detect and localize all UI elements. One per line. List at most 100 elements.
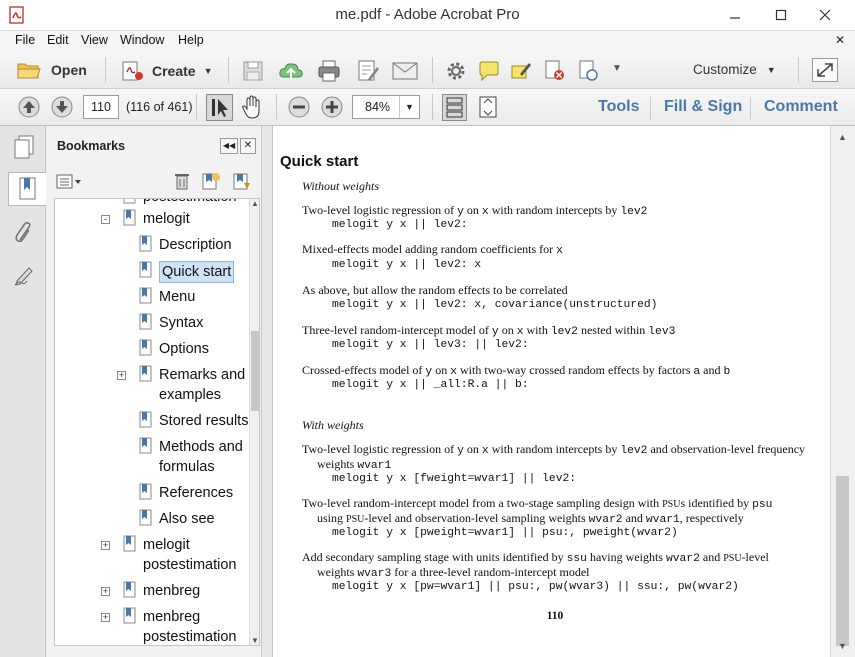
gear-icon[interactable] <box>445 60 467 82</box>
next-page-icon[interactable] <box>50 95 74 119</box>
entry-code: melogit y x || lev2: x, covariance(unstr… <box>332 299 658 311</box>
save-icon[interactable] <box>242 60 264 82</box>
fill-sign-panel-button[interactable]: Fill & Sign <box>664 98 742 116</box>
close-document-icon[interactable]: ✕ <box>835 33 845 47</box>
highlight-icon[interactable] <box>510 60 532 82</box>
email-icon[interactable] <box>392 61 418 81</box>
bookmark-item[interactable]: postestimation <box>123 199 237 207</box>
expand-icon[interactable]: + <box>101 613 110 622</box>
expand-bookmark-icon[interactable] <box>232 171 252 191</box>
cloud-upload-icon[interactable] <box>278 59 304 83</box>
bookmark-item[interactable]: References <box>139 483 251 503</box>
fit-page-icon[interactable] <box>476 95 500 119</box>
chevron-down-icon: ▼ <box>203 66 213 76</box>
attach-icon[interactable] <box>577 60 599 82</box>
minimize-button[interactable] <box>718 0 752 29</box>
zoom-value: 84% <box>365 100 391 114</box>
bookmark-item[interactable]: menbreg <box>123 581 223 601</box>
more-tools-icon[interactable]: ▼ <box>612 63 622 74</box>
collapse-panel-button[interactable]: ◀◀ <box>220 138 238 154</box>
chevron-down-icon[interactable]: ▼ <box>399 96 419 118</box>
scroll-down-icon[interactable]: ▼ <box>838 641 847 651</box>
zoom-in-icon[interactable] <box>320 95 344 119</box>
bookmark-icon <box>123 209 136 226</box>
scroll-down-icon[interactable]: ▼ <box>251 636 259 645</box>
bookmark-item[interactable]: Methods and formulas <box>139 437 251 477</box>
comment-bubble-icon[interactable] <box>478 60 500 82</box>
bookmarks-pane-button[interactable] <box>8 172 46 206</box>
expand-icon[interactable]: + <box>101 587 110 596</box>
page-display-button[interactable] <box>442 94 467 121</box>
trash-icon[interactable] <box>174 172 190 190</box>
zoom-out-icon[interactable] <box>287 95 311 119</box>
bookmark-icon <box>123 607 136 624</box>
attachments-button[interactable] <box>8 216 40 250</box>
previous-page-icon[interactable] <box>17 95 41 119</box>
entry-description: Three-level random-intercept model of y … <box>302 323 676 338</box>
menu-edit[interactable]: Edit <box>47 33 69 47</box>
edit-document-icon[interactable] <box>356 59 380 83</box>
bookmark-icon <box>123 535 136 552</box>
menu-help[interactable]: Help <box>178 33 204 47</box>
bookmark-item[interactable]: Remarks and examples <box>139 365 251 405</box>
bookmark-icon <box>139 483 152 500</box>
page-thumbnails-button[interactable] <box>8 130 40 164</box>
menu-file[interactable]: File <box>15 33 35 47</box>
bookmark-item[interactable]: Quick start <box>139 261 251 283</box>
bookmark-item[interactable]: melogit <box>123 209 223 229</box>
tools-panel-button[interactable]: Tools <box>598 98 639 116</box>
bookmark-item[interactable]: Options <box>139 339 251 359</box>
delete-page-icon[interactable] <box>543 60 567 82</box>
maximize-button[interactable] <box>764 0 798 29</box>
document-scrollbar[interactable]: ▲ ▼ <box>830 126 855 657</box>
bookmark-item[interactable]: Stored results <box>139 411 251 431</box>
bookmark-icon <box>139 261 152 278</box>
scrollbar-thumb[interactable] <box>836 476 849 646</box>
print-icon[interactable] <box>317 59 341 83</box>
hand-tool-icon[interactable] <box>240 95 264 120</box>
bookmark-icon <box>139 509 152 526</box>
menu-view[interactable]: View <box>81 33 108 47</box>
entry-description-continued: using PSU-level and observation-level sa… <box>317 511 744 526</box>
bookmark-item[interactable]: Menu <box>139 287 251 307</box>
expand-button[interactable] <box>812 58 838 82</box>
new-bookmark-icon[interactable] <box>201 171 221 191</box>
collapse-icon[interactable]: - <box>101 215 110 224</box>
page-count: (116 of 461) <box>126 100 193 114</box>
bookmarks-toolbar <box>46 166 261 198</box>
page-thumbnails-icon <box>14 135 34 159</box>
page-number-input[interactable]: 110 <box>83 95 119 119</box>
bookmark-item[interactable]: Also see <box>139 509 251 529</box>
entry-description: Two-level random-intercept model from a … <box>302 496 773 511</box>
bookmark-icon <box>19 177 35 200</box>
create-button[interactable]: Create ▼ <box>120 60 213 82</box>
close-button[interactable] <box>808 0 842 29</box>
bookmark-item[interactable]: melogit postestimation <box>123 535 237 575</box>
expand-icon[interactable]: + <box>117 371 126 380</box>
menu-window[interactable]: Window <box>120 33 164 47</box>
scroll-up-icon[interactable]: ▲ <box>251 199 259 208</box>
navigation-toolbar: 110 (116 of 461) 84% ▼ Tools Fill & Sign… <box>0 89 855 126</box>
zoom-level-input[interactable]: 84% ▼ <box>352 95 420 119</box>
customize-label: Customize <box>693 62 757 77</box>
scroll-up-icon[interactable]: ▲ <box>838 132 847 142</box>
select-tool-button[interactable] <box>206 94 233 121</box>
comment-panel-button[interactable]: Comment <box>764 98 838 116</box>
scrollbar-thumb[interactable] <box>251 331 259 411</box>
pane-splitter[interactable] <box>261 126 273 657</box>
close-icon <box>819 9 831 20</box>
expand-icon[interactable]: + <box>101 541 110 550</box>
signatures-button[interactable] <box>8 258 40 292</box>
customize-button[interactable]: Customize ▼ <box>693 62 776 77</box>
bookmark-item[interactable]: Syntax <box>139 313 251 333</box>
bookmarks-header: Bookmarks ◀◀ ✕ <box>46 126 261 164</box>
bookmark-item[interactable]: menbreg postestimation <box>123 607 237 645</box>
bookmark-icon <box>139 235 152 252</box>
close-panel-button[interactable]: ✕ <box>240 138 256 154</box>
open-button[interactable]: Open <box>17 60 87 80</box>
single-page-icon <box>446 97 463 118</box>
bookmark-label: postestimation <box>143 199 237 207</box>
entry-description: Mixed-effects model adding random coeffi… <box>302 242 563 257</box>
options-menu-button[interactable] <box>56 174 82 190</box>
bookmark-item[interactable]: Description <box>139 235 251 255</box>
